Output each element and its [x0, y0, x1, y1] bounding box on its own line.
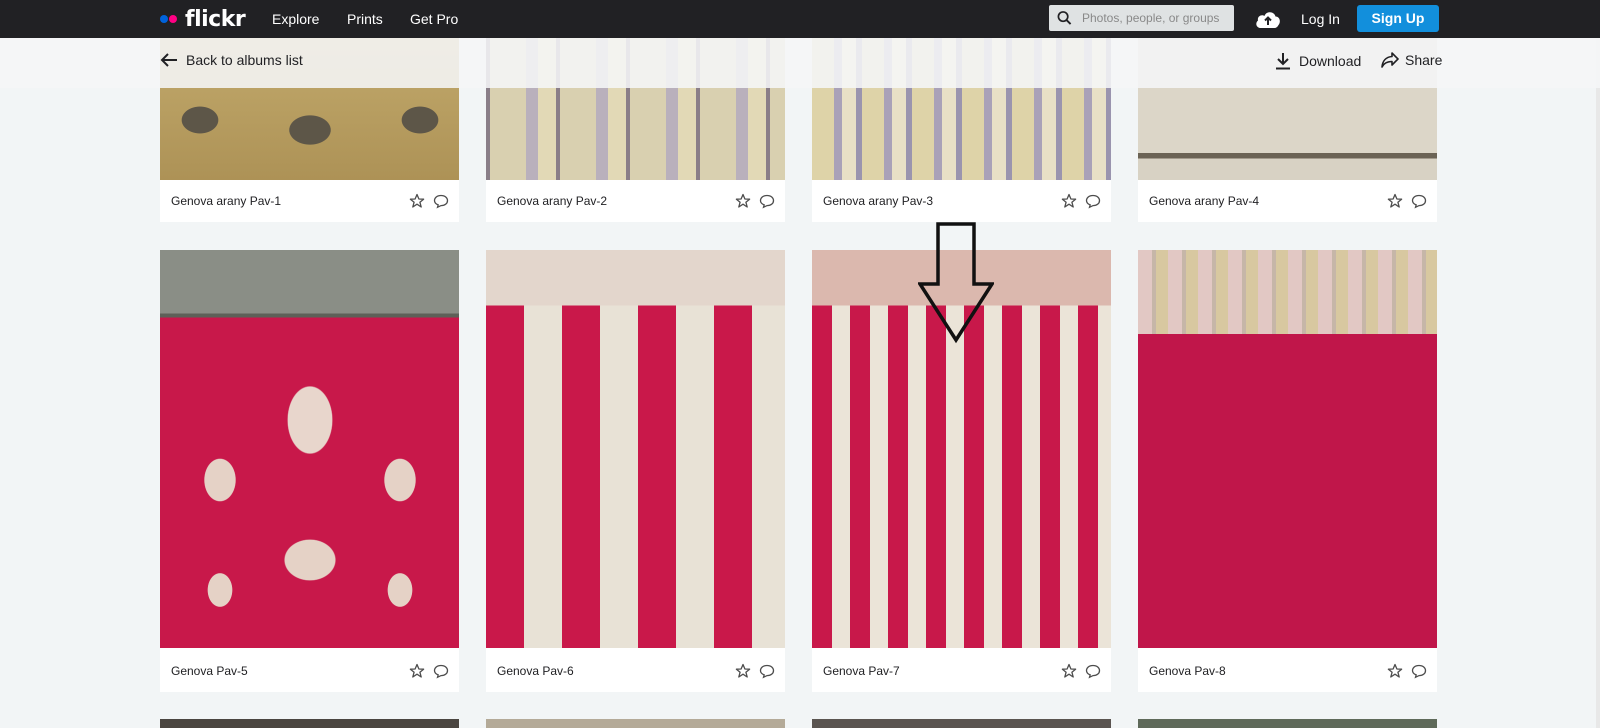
back-to-albums-link[interactable]: Back to albums list: [160, 52, 303, 68]
flickr-logo[interactable]: flickr: [160, 6, 246, 32]
photo-tile[interactable]: [486, 719, 785, 728]
photo-image[interactable]: [160, 250, 459, 648]
nav-get-pro[interactable]: Get Pro: [410, 0, 458, 38]
album-subbar: Back to albums list Download Share: [0, 38, 1600, 88]
photo-title[interactable]: Genova arany Pav-3: [823, 194, 933, 208]
down-arrow-annotation: [918, 222, 994, 344]
comment-icon[interactable]: [433, 193, 449, 209]
search-box[interactable]: [1049, 5, 1234, 31]
download-icon: [1276, 53, 1290, 70]
comment-icon[interactable]: [759, 663, 775, 679]
nav-prints[interactable]: Prints: [347, 0, 383, 38]
photo-tile[interactable]: Genova Pav-6: [486, 250, 785, 692]
photo-tile[interactable]: [812, 719, 1111, 728]
login-link[interactable]: Log In: [1301, 0, 1340, 38]
top-navigation: flickr Explore Prints Get Pro Log In Sig…: [0, 0, 1600, 38]
photo-tile[interactable]: Genova Pav-7: [812, 222, 1111, 692]
star-icon[interactable]: [1387, 663, 1403, 679]
signup-button[interactable]: Sign Up: [1357, 5, 1439, 32]
share-label: Share: [1405, 52, 1443, 68]
photo-image[interactable]: [1138, 250, 1437, 648]
back-label: Back to albums list: [186, 52, 303, 68]
comment-icon[interactable]: [1085, 193, 1101, 209]
star-icon[interactable]: [1387, 193, 1403, 209]
logo-text: flickr: [185, 6, 246, 32]
photo-title[interactable]: Genova arany Pav-4: [1149, 194, 1259, 208]
photo-title[interactable]: Genova Pav-5: [171, 664, 248, 678]
search-input[interactable]: [1080, 10, 1234, 26]
comment-icon[interactable]: [1411, 193, 1427, 209]
photo-tile[interactable]: Genova Pav-8: [1138, 250, 1437, 692]
star-icon[interactable]: [1061, 663, 1077, 679]
star-icon[interactable]: [735, 663, 751, 679]
share-icon: [1381, 52, 1399, 68]
photo-tile[interactable]: [160, 719, 459, 728]
star-icon[interactable]: [735, 193, 751, 209]
photo-title[interactable]: Genova arany Pav-1: [171, 194, 281, 208]
comment-icon[interactable]: [433, 663, 449, 679]
arrow-left-icon: [160, 53, 177, 67]
upload-cloud-icon[interactable]: [1254, 8, 1282, 35]
photo-image[interactable]: [486, 250, 785, 648]
photo-title[interactable]: Genova Pav-7: [823, 664, 900, 678]
star-icon[interactable]: [1061, 193, 1077, 209]
download-button[interactable]: Download: [1275, 52, 1361, 70]
star-icon[interactable]: [409, 663, 425, 679]
search-icon: [1057, 11, 1072, 25]
photo-tile[interactable]: Genova Pav-5: [160, 250, 459, 692]
photo-title[interactable]: Genova Pav-8: [1149, 664, 1226, 678]
photo-tile[interactable]: [1138, 719, 1437, 728]
photo-title[interactable]: Genova arany Pav-2: [497, 194, 607, 208]
scrollbar[interactable]: [1596, 38, 1600, 728]
comment-icon[interactable]: [759, 193, 775, 209]
star-icon[interactable]: [409, 193, 425, 209]
share-button[interactable]: Share: [1381, 52, 1442, 68]
nav-explore[interactable]: Explore: [272, 0, 319, 38]
photo-title[interactable]: Genova Pav-6: [497, 664, 574, 678]
comment-icon[interactable]: [1085, 663, 1101, 679]
flickr-dots-icon: [160, 15, 177, 23]
download-label: Download: [1299, 53, 1362, 69]
comment-icon[interactable]: [1411, 663, 1427, 679]
